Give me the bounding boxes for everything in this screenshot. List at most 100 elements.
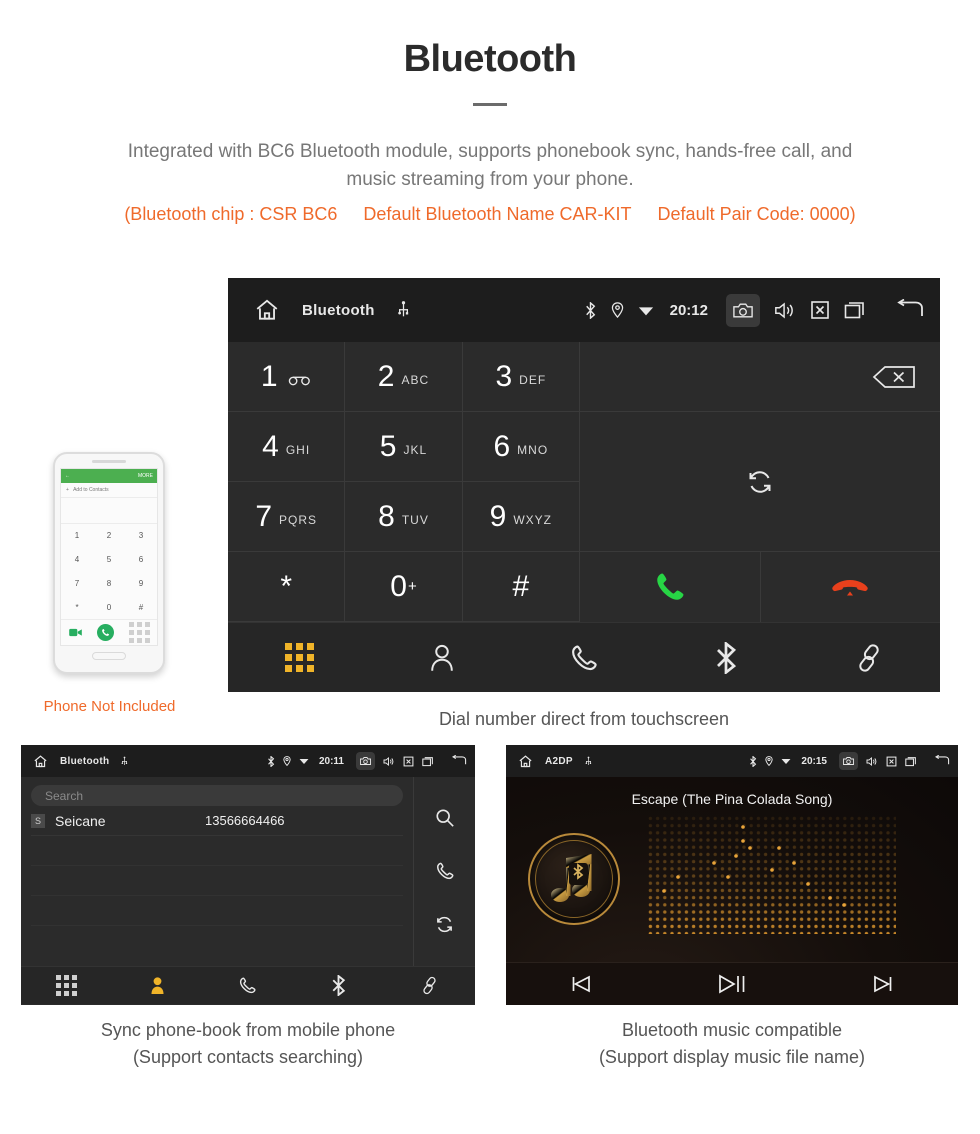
- contact-list: Search S Seicane 13566664466: [21, 777, 413, 966]
- keypad-grid: 1 2 ABC 3 DEF 4 GHI 5 JKL 6 MNO 7 PQRS 8…: [228, 342, 580, 622]
- back-icon[interactable]: [450, 755, 467, 767]
- keypad-tab[interactable]: [21, 975, 112, 996]
- phonebook-nav-bar: [21, 966, 475, 1004]
- page-title: Bluetooth: [403, 38, 577, 80]
- close-box-icon[interactable]: [403, 756, 414, 767]
- key-digit: 0: [390, 569, 407, 603]
- keypad-tab[interactable]: [228, 643, 370, 672]
- volume-icon[interactable]: [866, 756, 878, 767]
- bluetooth-icon: [267, 755, 275, 767]
- key-digit: #: [512, 569, 530, 603]
- key-digit: *: [280, 569, 292, 603]
- calls-tab[interactable]: [513, 643, 655, 673]
- previous-button[interactable]: [506, 974, 657, 994]
- key-7[interactable]: 7 PQRS: [228, 482, 346, 552]
- recents-icon[interactable]: [422, 756, 434, 767]
- play-pause-icon: [717, 973, 747, 995]
- phone-screen: ← MORE + Add to Contacts 1 2 3 4 5 6 7 8…: [60, 468, 158, 646]
- contacts-tab[interactable]: [370, 643, 512, 673]
- camera-icon[interactable]: [726, 293, 760, 327]
- search-input[interactable]: Search: [31, 785, 403, 806]
- intro-line-2: music streaming from your phone.: [346, 168, 634, 190]
- sync-area: [580, 412, 940, 552]
- key-digit: 9: [489, 499, 507, 533]
- hangup-button[interactable]: [761, 552, 941, 622]
- phonebook-title: Bluetooth: [60, 755, 110, 767]
- key-2[interactable]: 2 ABC: [345, 342, 463, 412]
- back-icon[interactable]: [933, 755, 950, 767]
- close-box-icon[interactable]: [886, 756, 897, 767]
- phone-key: 6: [138, 555, 144, 565]
- dialer-status-bar: Bluetooth 20:12: [228, 278, 940, 342]
- sync-icon[interactable]: [745, 467, 775, 497]
- close-box-icon[interactable]: [810, 300, 830, 320]
- voicemail-icon: [288, 375, 312, 386]
- a2dp-player: Escape (The Pina Colada Song): [506, 777, 958, 962]
- key-5[interactable]: 5 JKL: [345, 412, 463, 482]
- phone-handset-icon[interactable]: [435, 861, 455, 881]
- bluetooth-tab[interactable]: [293, 975, 384, 996]
- camera-icon[interactable]: [839, 752, 858, 770]
- back-icon[interactable]: [894, 299, 924, 321]
- spec-line: (Bluetooth chip : CSR BC6 Default Bluetoo…: [0, 204, 980, 225]
- phone-action-row: [61, 619, 157, 645]
- contact-name: Seicane: [55, 812, 106, 829]
- key-9[interactable]: 9 WXYZ: [462, 482, 580, 552]
- usb-icon: [585, 756, 592, 767]
- link-tab[interactable]: [798, 643, 940, 673]
- a2dp-clock: 20:15: [801, 755, 827, 767]
- home-icon[interactable]: [254, 297, 280, 323]
- song-title: Escape (The Pina Colada Song): [631, 791, 833, 807]
- recents-icon[interactable]: [844, 300, 866, 320]
- bluetooth-tab[interactable]: [655, 641, 797, 674]
- camera-icon[interactable]: [356, 752, 375, 770]
- backspace-icon[interactable]: [872, 364, 916, 390]
- a2dp-status-bar: A2DP 20:15: [506, 745, 958, 777]
- calls-tab[interactable]: [203, 976, 294, 995]
- location-icon: [611, 302, 624, 318]
- phone-key: 8: [106, 578, 112, 588]
- title-divider: [473, 103, 507, 106]
- key-4[interactable]: 4 GHI: [228, 412, 346, 482]
- contact-initial-badge: S: [31, 813, 45, 828]
- link-tab[interactable]: [384, 976, 475, 995]
- dialer-clock: 20:12: [669, 301, 708, 319]
- key-digit: 1: [260, 359, 278, 393]
- phonebook-caption-line-1: Sync phone-book from mobile phone: [100, 1020, 396, 1040]
- recents-icon[interactable]: [905, 756, 917, 767]
- phone-app-bar: ← MORE: [61, 469, 157, 483]
- play-pause-button[interactable]: [657, 973, 808, 995]
- a2dp-caption-line-1: Bluetooth music compatible: [621, 1020, 843, 1040]
- phonebook-side-actions: [413, 777, 475, 966]
- home-icon[interactable]: [33, 754, 48, 769]
- home-icon[interactable]: [518, 754, 533, 769]
- volume-icon[interactable]: [383, 756, 395, 767]
- table-row: [31, 896, 403, 926]
- phone-key: 4: [74, 555, 80, 565]
- key-hash[interactable]: #: [462, 552, 580, 622]
- keypad-grid-icon: [55, 975, 77, 996]
- search-placeholder: Search: [45, 788, 84, 803]
- wifi-icon: [299, 757, 309, 765]
- contacts-tab[interactable]: [112, 976, 203, 995]
- key-1[interactable]: 1: [228, 342, 346, 412]
- skip-next-icon: [872, 974, 894, 994]
- key-0[interactable]: 0 +: [345, 552, 463, 622]
- key-letters: JKL: [403, 443, 428, 457]
- search-icon[interactable]: [435, 808, 455, 828]
- key-3[interactable]: 3 DEF: [462, 342, 580, 412]
- call-button[interactable]: [580, 552, 761, 622]
- sync-icon[interactable]: [434, 914, 455, 935]
- dialer-screen: Bluetooth 20:12 1 2 ABC 3 DEF 4 GHI 5 JK…: [228, 278, 940, 692]
- phone-key: 0: [106, 602, 112, 612]
- key-6[interactable]: 6 MNO: [462, 412, 580, 482]
- key-star[interactable]: *: [228, 552, 346, 622]
- key-digit: 3: [495, 359, 513, 393]
- key-8[interactable]: 8 TUV: [345, 482, 463, 552]
- phonebook-screen: Bluetooth 20:11 Search S Seicane 1356666…: [21, 745, 475, 1005]
- next-button[interactable]: [807, 974, 958, 994]
- phone-handset-icon: [569, 643, 599, 673]
- equalizer-visualization: [648, 816, 896, 939]
- table-row[interactable]: S Seicane 13566664466: [31, 806, 403, 836]
- volume-icon[interactable]: [774, 301, 796, 320]
